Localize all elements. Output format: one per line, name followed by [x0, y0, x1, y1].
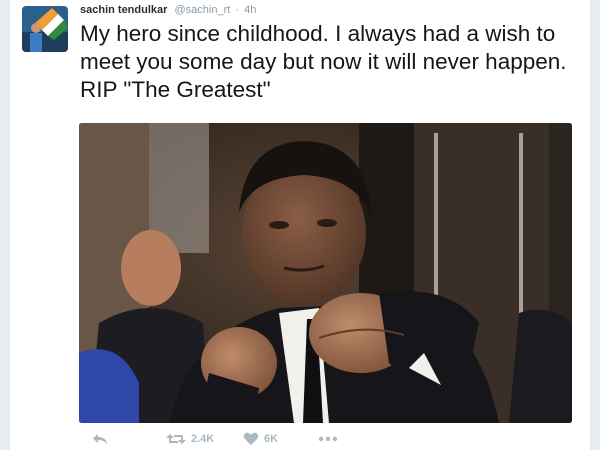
- retweet-button[interactable]: 2.4K: [166, 432, 214, 446]
- reply-icon: [93, 434, 107, 444]
- separator-dot: ·: [235, 4, 240, 16]
- tweet-text: My hero since childhood. I always had a …: [80, 21, 567, 102]
- like-count: 6K: [264, 433, 279, 445]
- more-button[interactable]: [318, 436, 338, 442]
- heart-icon: [243, 432, 259, 445]
- like-button[interactable]: 6K: [243, 432, 278, 446]
- tweet-header: sachin tendulkar @sachin_rt · 4h: [80, 4, 256, 16]
- handle[interactable]: @sachin_rt: [174, 4, 230, 16]
- tweet-card: sachin tendulkar @sachin_rt · 4h My hero…: [10, 0, 590, 450]
- tweet-media-photo[interactable]: [79, 123, 572, 423]
- reply-button[interactable]: [92, 432, 108, 446]
- display-name[interactable]: sachin tendulkar: [80, 4, 167, 16]
- avatar[interactable]: [22, 6, 68, 52]
- more-icon: [318, 436, 338, 442]
- timestamp[interactable]: 4h: [244, 4, 256, 16]
- retweet-icon: [166, 434, 186, 444]
- tweet-actions: 2.4K 6K: [80, 432, 500, 450]
- retweet-count: 2.4K: [191, 433, 215, 445]
